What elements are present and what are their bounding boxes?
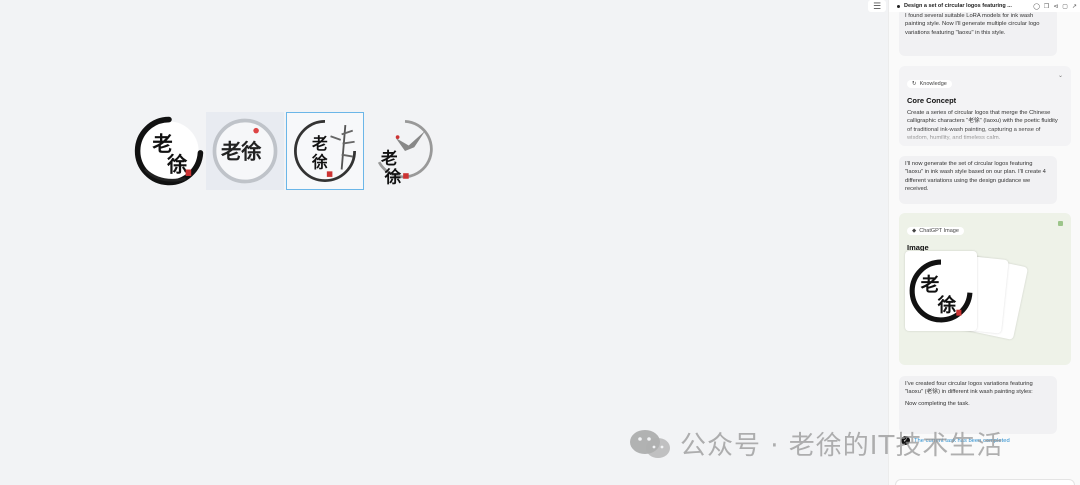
watermark-text: 公众号 · 老徐的IT技术生活 bbox=[680, 431, 1004, 461]
image-result-card[interactable]: ◆ ChatGPT Image Image 老 徐 bbox=[899, 213, 1071, 365]
logo-variation-2[interactable]: 老徐 bbox=[206, 112, 284, 190]
svg-text:老徐: 老徐 bbox=[220, 139, 262, 163]
knowledge-icon: ↻ bbox=[912, 81, 917, 87]
knowledge-card[interactable]: ↻ Knowledge ⌄ Core Concept Create a serie… bbox=[899, 66, 1071, 146]
duplicate-icon[interactable]: ▢ bbox=[1062, 3, 1068, 10]
svg-text:老: 老 bbox=[311, 134, 328, 153]
logo-variation-1[interactable]: 老 徐 bbox=[130, 112, 208, 190]
knowledge-heading: Core Concept bbox=[907, 96, 957, 105]
svg-text:徐: 徐 bbox=[311, 153, 328, 172]
assistant-message-1: I found several suitable LoRA models for… bbox=[899, 8, 1057, 56]
logo-variation-4[interactable]: 老 徐 bbox=[366, 112, 444, 190]
logo-variation-3-selected[interactable]: 老 徐 bbox=[286, 112, 364, 190]
copy-icon[interactable]: ❐ bbox=[1044, 3, 1049, 10]
chat-panel: I found several suitable LoRA models for… bbox=[888, 0, 1080, 485]
assistant-message-2: I'll now generate the set of circular lo… bbox=[899, 156, 1057, 204]
svg-text:徐: 徐 bbox=[384, 166, 402, 186]
bamboo-ring-logo: 老 徐 bbox=[294, 120, 356, 182]
svg-text:老: 老 bbox=[380, 148, 398, 168]
chatgpt-image-pill: ◆ ChatGPT Image bbox=[907, 227, 964, 235]
preview-logo: 老 徐 bbox=[909, 259, 973, 323]
grey-wash-logo: 老徐 bbox=[212, 118, 278, 184]
wechat-icon bbox=[630, 429, 670, 458]
status-dot bbox=[897, 4, 900, 8]
chevron-down-icon[interactable]: ⌄ bbox=[1058, 72, 1063, 79]
collapse-icon[interactable]: ↗ bbox=[1072, 3, 1077, 10]
preview-sheet-front: 老 徐 bbox=[905, 251, 977, 331]
layers-icon[interactable]: ☰ bbox=[868, 0, 886, 12]
fade-overlay bbox=[899, 128, 1071, 146]
chat-input[interactable] bbox=[895, 479, 1075, 485]
panel-topbar: Design a set of circular logos featuring… bbox=[889, 0, 1080, 12]
image-stack-preview[interactable]: 老 徐 bbox=[905, 251, 1029, 359]
task-title: Design a set of circular logos featuring… bbox=[904, 3, 1012, 9]
watermark: 公众号 · 老徐的IT技术生活 bbox=[628, 425, 1003, 462]
history-icon[interactable]: ◯ bbox=[1033, 3, 1040, 10]
svg-text:徐: 徐 bbox=[937, 294, 957, 316]
knowledge-pill: ↻ Knowledge bbox=[907, 80, 952, 88]
share-icon[interactable]: ⊲ bbox=[1053, 3, 1058, 10]
expand-icon[interactable] bbox=[1058, 221, 1063, 226]
svg-text:徐: 徐 bbox=[166, 152, 188, 176]
canvas-area: 老 徐 老徐 老 徐 老 徐 bbox=[0, 0, 888, 485]
crane-circle-logo: 老 徐 bbox=[377, 120, 433, 186]
brush-ring-logo: 老 徐 bbox=[134, 116, 204, 186]
svg-text:老: 老 bbox=[920, 274, 940, 296]
image-tool-icon: ◆ bbox=[912, 228, 917, 234]
